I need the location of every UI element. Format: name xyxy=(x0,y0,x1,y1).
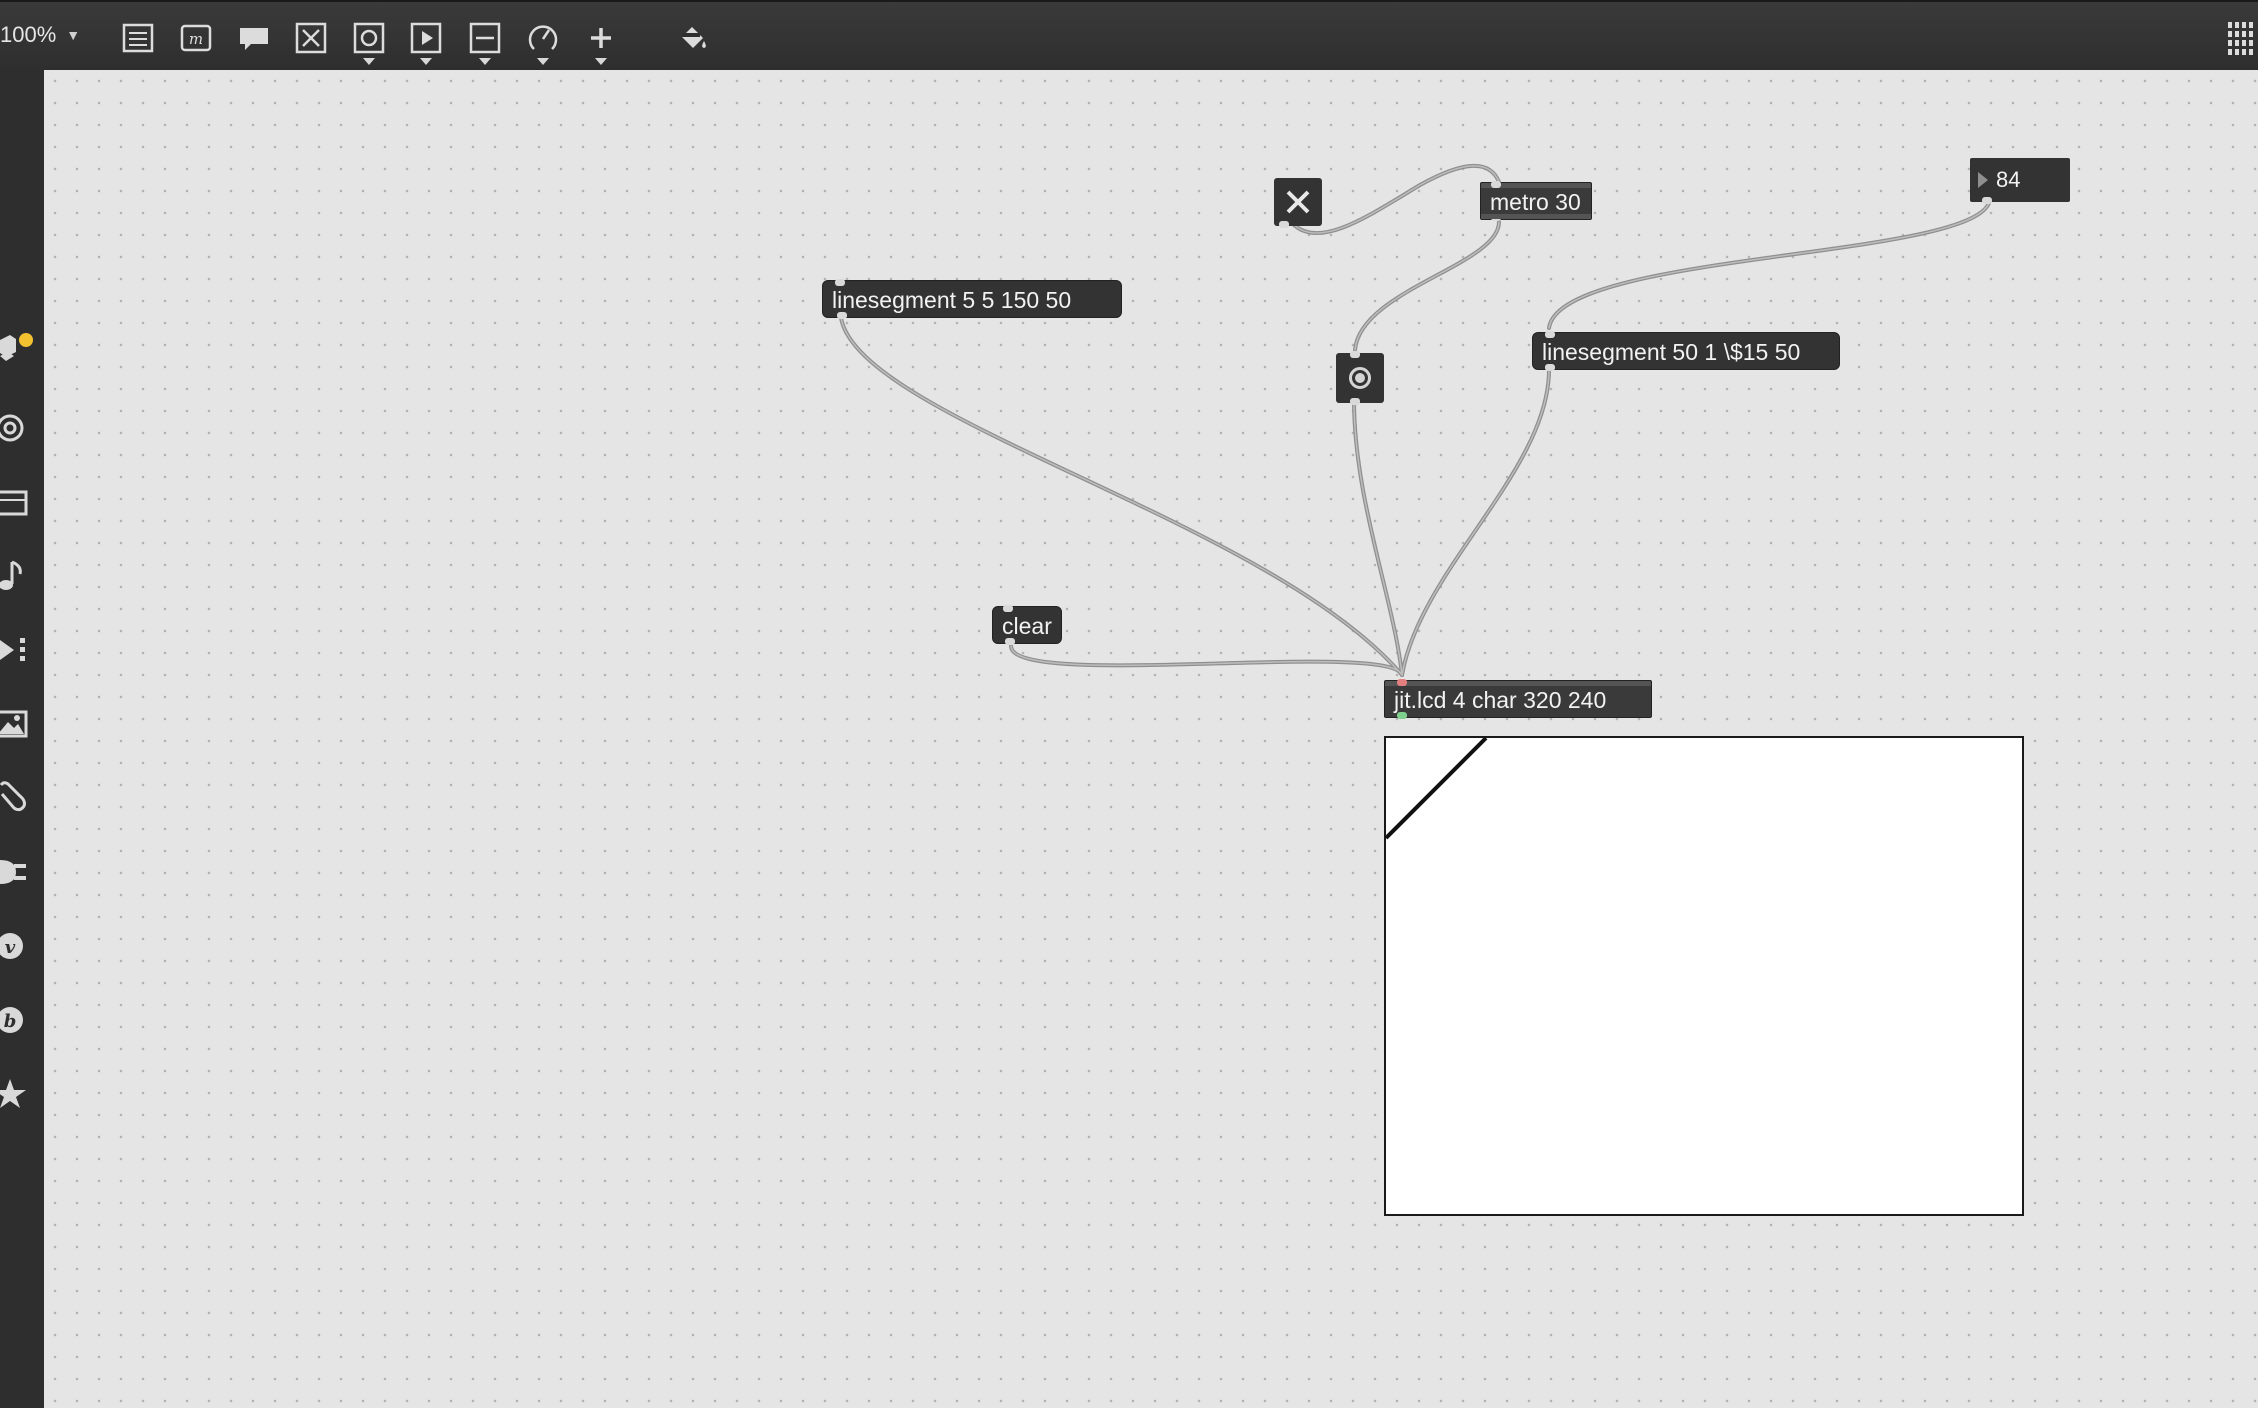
svg-text:v: v xyxy=(5,937,16,958)
message-box-icon[interactable]: m xyxy=(176,18,216,58)
message-inlet[interactable] xyxy=(835,279,845,286)
jit-lcd-object[interactable]: jit.lcd 4 char 320 240 xyxy=(1384,679,1652,719)
add-object-icon[interactable] xyxy=(581,18,621,65)
linesegment-message-1-label: linesegment 5 5 150 50 xyxy=(832,287,1072,313)
submenu-indicator-icon xyxy=(420,58,432,65)
jit-lcd-display[interactable] xyxy=(1384,736,2024,1216)
clear-message-label: clear xyxy=(1002,613,1052,639)
metro-outlet[interactable] xyxy=(1491,214,1501,221)
linesegment-message-1[interactable]: linesegment 5 5 150 50 xyxy=(822,279,1122,319)
jit-lcd-outlet[interactable] xyxy=(1397,712,1407,719)
left-sidebar: v b xyxy=(0,70,44,1408)
clear-message[interactable]: clear xyxy=(992,605,1062,645)
message-outlet[interactable] xyxy=(837,312,847,319)
svg-text:m: m xyxy=(189,30,203,48)
playlist-icon[interactable] xyxy=(0,632,36,668)
image-icon[interactable] xyxy=(0,706,36,742)
zoom-menu[interactable]: 100% ▼ xyxy=(0,22,80,48)
lcd-drawn-line xyxy=(1386,738,1488,840)
patcher-toolbar: 100% ▼ m xyxy=(0,0,2258,70)
metro-label: metro 30 xyxy=(1490,189,1581,215)
message-outlet[interactable] xyxy=(1005,638,1015,645)
presentation-mode-icon[interactable] xyxy=(118,18,158,58)
beap-icon[interactable]: b xyxy=(0,1002,36,1038)
comment-icon[interactable] xyxy=(234,18,274,58)
zoom-label: 100% xyxy=(0,22,57,47)
submenu-indicator-icon xyxy=(595,58,607,65)
number-value: 84 xyxy=(1996,167,2021,192)
slider-object-icon[interactable] xyxy=(465,18,505,65)
bang-outlet[interactable] xyxy=(1350,398,1360,405)
submenu-indicator-icon xyxy=(479,58,491,65)
chevron-down-icon: ▼ xyxy=(66,27,81,43)
metro-inlet[interactable] xyxy=(1491,181,1501,188)
jit-lcd-label: jit.lcd 4 char 320 240 xyxy=(1394,687,1607,713)
paint-bucket-icon[interactable] xyxy=(673,18,713,58)
plug-icon[interactable] xyxy=(0,854,36,890)
message-inlet[interactable] xyxy=(1545,331,1555,338)
svg-text:b: b xyxy=(4,1011,17,1032)
play-object-icon[interactable] xyxy=(406,18,446,65)
grid-menu-icon[interactable] xyxy=(2226,20,2254,56)
paperclip-icon[interactable] xyxy=(0,780,36,816)
packages-icon[interactable] xyxy=(0,332,36,368)
music-note-icon[interactable] xyxy=(0,558,36,594)
dial-object-icon[interactable] xyxy=(523,18,563,65)
close-x-icon xyxy=(1286,190,1310,214)
submenu-indicator-icon xyxy=(363,58,375,65)
toggle-object-icon[interactable] xyxy=(291,18,331,58)
linesegment-message-2[interactable]: linesegment 50 1 \$15 50 xyxy=(1532,331,1840,371)
metro-object[interactable]: metro 30 xyxy=(1480,181,1592,221)
circle-icon[interactable] xyxy=(0,410,36,446)
bang-inlet[interactable] xyxy=(1350,351,1360,358)
number-outlet[interactable] xyxy=(1982,197,1992,204)
number-box[interactable]: 84 xyxy=(1970,158,2070,204)
bang-object[interactable] xyxy=(1336,351,1384,405)
toggle-outlet[interactable] xyxy=(1279,221,1289,228)
submenu-indicator-icon xyxy=(537,58,549,65)
number-triangle-icon xyxy=(1978,172,1988,188)
star-icon[interactable] xyxy=(0,1076,36,1112)
message-outlet[interactable] xyxy=(1545,364,1555,371)
bang-object-icon[interactable] xyxy=(349,18,389,65)
jit-lcd-inlet[interactable] xyxy=(1397,679,1407,686)
toggle-object[interactable] xyxy=(1274,178,1322,228)
keyboard-icon[interactable] xyxy=(0,484,36,520)
message-inlet[interactable] xyxy=(1003,605,1013,612)
vizzie-icon[interactable]: v xyxy=(0,928,36,964)
linesegment-message-2-label: linesegment 50 1 \$15 50 xyxy=(1542,339,1801,365)
bang-circle-icon xyxy=(1349,367,1371,389)
